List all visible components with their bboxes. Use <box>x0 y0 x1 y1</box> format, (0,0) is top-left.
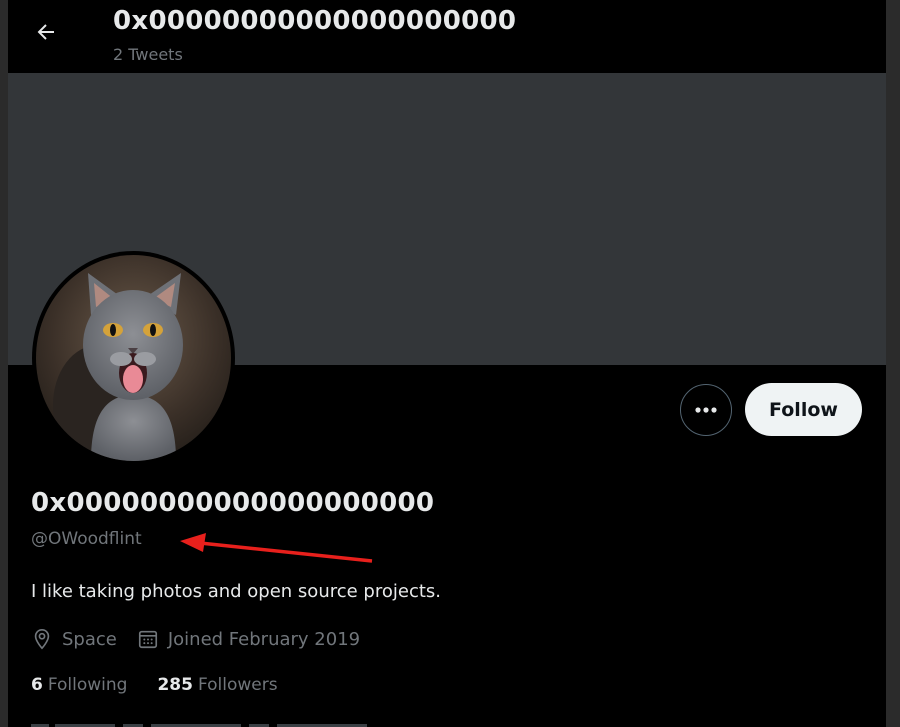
join-date: Joined February 2019 <box>137 628 360 650</box>
location-pin-icon <box>34 629 50 650</box>
header-title: 0x00000000000000000000 <box>113 6 517 36</box>
profile-header: 0x00000000000000000000 2 Tweets <box>8 0 886 73</box>
cat-photo <box>36 255 231 461</box>
window-right-edge <box>886 0 900 727</box>
joined-label: Joined February 2019 <box>167 628 361 650</box>
followers-count: 285 <box>157 675 193 695</box>
avatar[interactable] <box>36 255 231 461</box>
following-label: Following <box>47 675 128 695</box>
follow-stats: 6 Following 285 Followers <box>31 675 308 695</box>
bio: I like taking photos and open source pro… <box>31 581 441 602</box>
back-arrow-icon <box>37 24 54 40</box>
location: Space <box>31 628 117 650</box>
user-handle: @OWoodflint <box>31 529 142 549</box>
tweet-count: 2 Tweets <box>113 45 183 64</box>
more-options-icon <box>695 407 717 413</box>
location-label: Space <box>62 628 117 650</box>
followed-by-notice-cutoff <box>31 716 431 727</box>
profile-meta: Space Joined February 2019 <box>31 625 380 653</box>
cutoff-text-shapes <box>31 724 367 727</box>
follow-button[interactable]: Follow <box>745 383 862 436</box>
back-button[interactable] <box>28 14 64 50</box>
following-link[interactable]: 6 Following <box>31 675 127 695</box>
display-name: 0x00000000000000000000 <box>31 488 435 518</box>
profile-page: 0x00000000000000000000 2 Tweets Follow 0… <box>8 0 886 727</box>
calendar-icon <box>138 630 157 649</box>
followers-link[interactable]: 285 Followers <box>157 675 277 695</box>
following-count: 6 <box>31 675 43 695</box>
followers-label: Followers <box>197 675 278 695</box>
more-options-button[interactable] <box>680 384 732 436</box>
